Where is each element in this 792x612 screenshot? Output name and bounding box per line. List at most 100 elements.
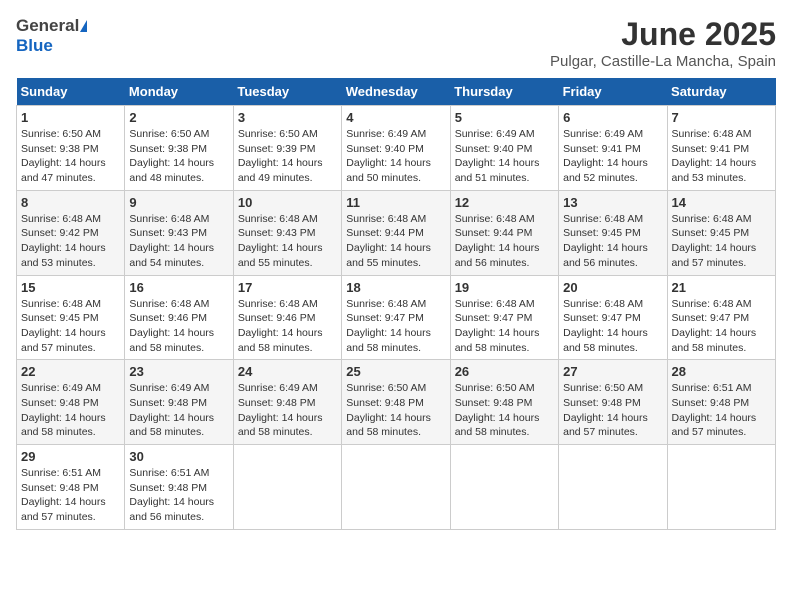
day-info: Sunrise: 6:50 AMSunset: 9:48 PMDaylight:… — [563, 381, 662, 440]
calendar-table: Sunday Monday Tuesday Wednesday Thursday… — [16, 78, 776, 530]
location-subtitle: Pulgar, Castille-La Mancha, Spain — [550, 53, 776, 70]
table-cell — [667, 445, 775, 530]
table-cell: 5Sunrise: 6:49 AMSunset: 9:40 PMDaylight… — [450, 106, 558, 191]
day-info: Sunrise: 6:51 AMSunset: 9:48 PMDaylight:… — [21, 466, 120, 525]
day-number: 28 — [672, 364, 771, 379]
day-info: Sunrise: 6:48 AMSunset: 9:44 PMDaylight:… — [455, 212, 554, 271]
day-number: 12 — [455, 195, 554, 210]
day-number: 15 — [21, 280, 120, 295]
table-cell: 10 Sunrise: 6:48 AMSunset: 9:43 PMDayligh… — [233, 190, 341, 275]
day-number: 17 — [238, 280, 337, 295]
day-info: Sunrise: 6:48 AMSunset: 9:45 PMDaylight:… — [21, 297, 120, 356]
col-saturday: Saturday — [667, 78, 775, 106]
day-number: 29 — [21, 449, 120, 464]
day-number: 10 — [238, 195, 337, 210]
table-cell: 3 Sunrise: 6:50 AMSunset: 9:39 PMDaylight… — [233, 106, 341, 191]
table-cell: 2 Sunrise: 6:50 AMSunset: 9:38 PMDaylight… — [125, 106, 233, 191]
table-cell: 23 Sunrise: 6:49 AMSunset: 9:48 PMDayligh… — [125, 360, 233, 445]
month-title: June 2025 — [550, 16, 776, 53]
day-number: 20 — [563, 280, 662, 295]
day-number: 2 — [129, 110, 228, 125]
table-cell: 22Sunrise: 6:49 AMSunset: 9:48 PMDayligh… — [17, 360, 125, 445]
day-info: Sunrise: 6:50 AMSunset: 9:48 PMDaylight:… — [346, 381, 445, 440]
logo-triangle-icon — [80, 20, 87, 32]
table-cell — [559, 445, 667, 530]
day-info: Sunrise: 6:50 AMSunset: 9:48 PMDaylight:… — [455, 381, 554, 440]
logo: General Blue — [16, 16, 87, 56]
table-cell — [342, 445, 450, 530]
table-cell: 4 Sunrise: 6:49 AMSunset: 9:40 PMDaylight… — [342, 106, 450, 191]
table-cell: 13Sunrise: 6:48 AMSunset: 9:45 PMDayligh… — [559, 190, 667, 275]
day-number: 11 — [346, 195, 445, 210]
day-info: Sunrise: 6:49 AMSunset: 9:48 PMDaylight:… — [129, 381, 228, 440]
calendar-week-2: 8Sunrise: 6:48 AMSunset: 9:42 PMDaylight… — [17, 190, 776, 275]
day-number: 27 — [563, 364, 662, 379]
day-number: 18 — [346, 280, 445, 295]
col-tuesday: Tuesday — [233, 78, 341, 106]
table-cell: 12 Sunrise: 6:48 AMSunset: 9:44 PMDayligh… — [450, 190, 558, 275]
day-number: 26 — [455, 364, 554, 379]
day-number: 1 — [21, 110, 120, 125]
day-info: Sunrise: 6:50 AMSunset: 9:38 PMDaylight:… — [129, 127, 228, 186]
title-area: June 2025 Pulgar, Castille-La Mancha, Sp… — [550, 16, 776, 70]
table-cell: 27 Sunrise: 6:50 AMSunset: 9:48 PMDayligh… — [559, 360, 667, 445]
day-info: Sunrise: 6:48 AMSunset: 9:47 PMDaylight:… — [346, 297, 445, 356]
logo-general-text: General — [16, 16, 79, 36]
col-thursday: Thursday — [450, 78, 558, 106]
day-number: 4 — [346, 110, 445, 125]
day-number: 8 — [21, 195, 120, 210]
day-number: 25 — [346, 364, 445, 379]
day-number: 3 — [238, 110, 337, 125]
col-monday: Monday — [125, 78, 233, 106]
logo-blue-text: Blue — [16, 36, 53, 56]
day-info: Sunrise: 6:48 AMSunset: 9:47 PMDaylight:… — [455, 297, 554, 356]
day-info: Sunrise: 6:49 AMSunset: 9:40 PMDaylight:… — [346, 127, 445, 186]
table-cell: 18 Sunrise: 6:48 AMSunset: 9:47 PMDayligh… — [342, 275, 450, 360]
calendar-week-1: 1 Sunrise: 6:50 AMSunset: 9:38 PMDaylight… — [17, 106, 776, 191]
day-info: Sunrise: 6:48 AMSunset: 9:46 PMDaylight:… — [129, 297, 228, 356]
day-info: Sunrise: 6:48 AMSunset: 9:43 PMDaylight:… — [238, 212, 337, 271]
table-cell: 17 Sunrise: 6:48 AMSunset: 9:46 PMDayligh… — [233, 275, 341, 360]
day-info: Sunrise: 6:48 AMSunset: 9:45 PMDaylight:… — [672, 212, 771, 271]
table-cell: 7Sunrise: 6:48 AMSunset: 9:41 PMDaylight… — [667, 106, 775, 191]
col-wednesday: Wednesday — [342, 78, 450, 106]
col-friday: Friday — [559, 78, 667, 106]
table-cell: 25 Sunrise: 6:50 AMSunset: 9:48 PMDayligh… — [342, 360, 450, 445]
day-info: Sunrise: 6:48 AMSunset: 9:43 PMDaylight:… — [129, 212, 228, 271]
day-number: 7 — [672, 110, 771, 125]
day-info: Sunrise: 6:51 AMSunset: 9:48 PMDaylight:… — [672, 381, 771, 440]
day-info: Sunrise: 6:49 AMSunset: 9:41 PMDaylight:… — [563, 127, 662, 186]
table-cell: 16 Sunrise: 6:48 AMSunset: 9:46 PMDayligh… — [125, 275, 233, 360]
header: General Blue June 2025 Pulgar, Castille-… — [16, 16, 776, 70]
day-number: 19 — [455, 280, 554, 295]
table-cell: 26 Sunrise: 6:50 AMSunset: 9:48 PMDayligh… — [450, 360, 558, 445]
table-cell: 30 Sunrise: 6:51 AMSunset: 9:48 PMDayligh… — [125, 445, 233, 530]
table-cell: 15 Sunrise: 6:48 AMSunset: 9:45 PMDayligh… — [17, 275, 125, 360]
day-info: Sunrise: 6:50 AMSunset: 9:38 PMDaylight:… — [21, 127, 120, 186]
day-number: 14 — [672, 195, 771, 210]
calendar-header-row: Sunday Monday Tuesday Wednesday Thursday… — [17, 78, 776, 106]
day-number: 16 — [129, 280, 228, 295]
day-info: Sunrise: 6:49 AMSunset: 9:48 PMDaylight:… — [21, 381, 120, 440]
day-info: Sunrise: 6:51 AMSunset: 9:48 PMDaylight:… — [129, 466, 228, 525]
calendar-week-5: 29 Sunrise: 6:51 AMSunset: 9:48 PMDayligh… — [17, 445, 776, 530]
table-cell: 11 Sunrise: 6:48 AMSunset: 9:44 PMDayligh… — [342, 190, 450, 275]
day-info: Sunrise: 6:50 AMSunset: 9:39 PMDaylight:… — [238, 127, 337, 186]
day-info: Sunrise: 6:48 AMSunset: 9:46 PMDaylight:… — [238, 297, 337, 356]
day-number: 30 — [129, 449, 228, 464]
table-cell — [450, 445, 558, 530]
col-sunday: Sunday — [17, 78, 125, 106]
day-info: Sunrise: 6:49 AMSunset: 9:48 PMDaylight:… — [238, 381, 337, 440]
table-cell: 28 Sunrise: 6:51 AMSunset: 9:48 PMDayligh… — [667, 360, 775, 445]
table-cell — [233, 445, 341, 530]
day-info: Sunrise: 6:48 AMSunset: 9:47 PMDaylight:… — [672, 297, 771, 356]
table-cell: 14 Sunrise: 6:48 AMSunset: 9:45 PMDayligh… — [667, 190, 775, 275]
day-number: 23 — [129, 364, 228, 379]
calendar-week-4: 22Sunrise: 6:49 AMSunset: 9:48 PMDayligh… — [17, 360, 776, 445]
table-cell: 1 Sunrise: 6:50 AMSunset: 9:38 PMDaylight… — [17, 106, 125, 191]
day-info: Sunrise: 6:48 AMSunset: 9:44 PMDaylight:… — [346, 212, 445, 271]
day-number: 13 — [563, 195, 662, 210]
table-cell: 21Sunrise: 6:48 AMSunset: 9:47 PMDayligh… — [667, 275, 775, 360]
table-cell: 8Sunrise: 6:48 AMSunset: 9:42 PMDaylight… — [17, 190, 125, 275]
day-info: Sunrise: 6:49 AMSunset: 9:40 PMDaylight:… — [455, 127, 554, 186]
